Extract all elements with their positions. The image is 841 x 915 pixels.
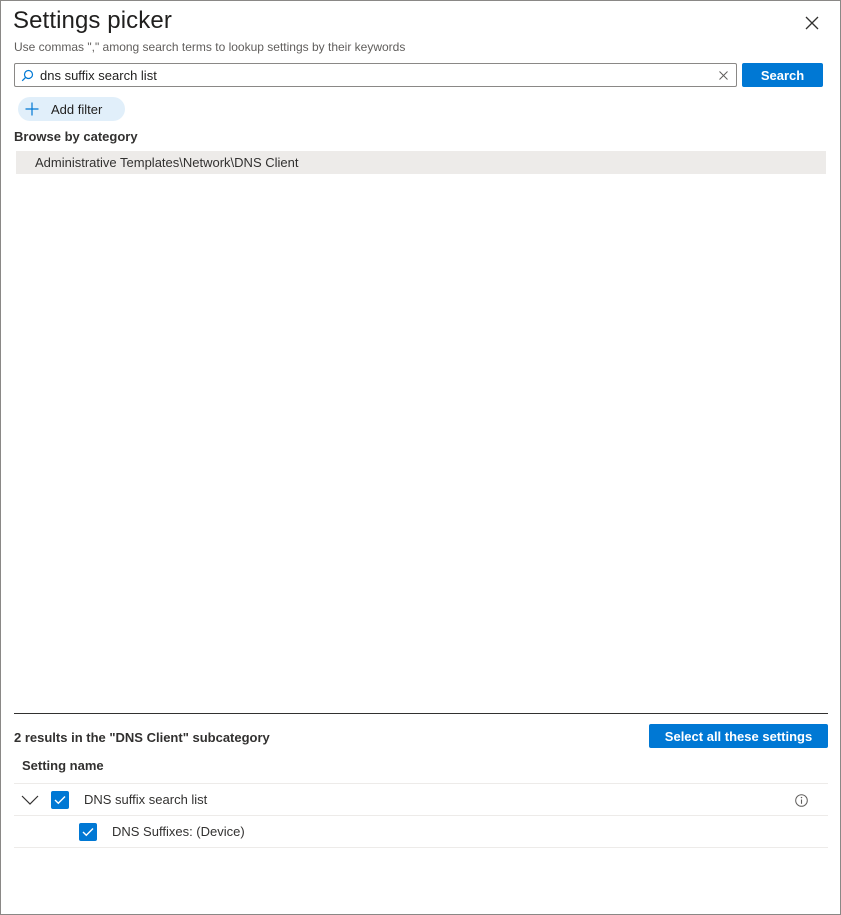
page-subtitle: Use commas "," among search terms to loo… [14,40,406,54]
expand-toggle[interactable] [20,791,40,809]
close-icon [805,16,819,30]
category-item[interactable]: Administrative Templates\Network\DNS Cli… [16,151,826,174]
divider [14,713,828,714]
checkmark-icon [82,828,94,837]
search-button[interactable]: Search [742,63,823,87]
select-all-button[interactable]: Select all these settings [649,724,828,748]
close-button[interactable] [800,11,824,35]
clear-search-button[interactable] [712,64,734,86]
setting-name: DNS Suffixes: (Device) [112,824,245,839]
clear-icon [718,70,728,80]
table-row: DNS suffix search list [14,783,828,816]
category-item-label: Administrative Templates\Network\DNS Cli… [35,155,299,170]
chevron-down-icon [21,795,39,805]
setting-checkbox[interactable] [51,791,69,809]
page-title: Settings picker [13,7,172,34]
settings-picker-panel: Settings picker Use commas "," among sea… [0,0,841,915]
column-header-setting-name[interactable]: Setting name [22,758,104,773]
setting-name: DNS suffix search list [84,792,208,807]
info-icon[interactable] [794,793,808,807]
results-summary: 2 results in the "DNS Client" subcategor… [14,730,270,745]
table-row: DNS Suffixes: (Device) [14,816,828,848]
search-icon [16,64,38,86]
setting-checkbox[interactable] [79,823,97,841]
add-filter-label: Add filter [51,101,103,117]
plus-icon [24,101,40,117]
search-box [14,63,737,87]
checkmark-icon [54,796,66,805]
browse-by-category-label: Browse by category [14,129,138,144]
search-input[interactable] [38,65,712,85]
add-filter-button[interactable]: Add filter [18,97,125,121]
